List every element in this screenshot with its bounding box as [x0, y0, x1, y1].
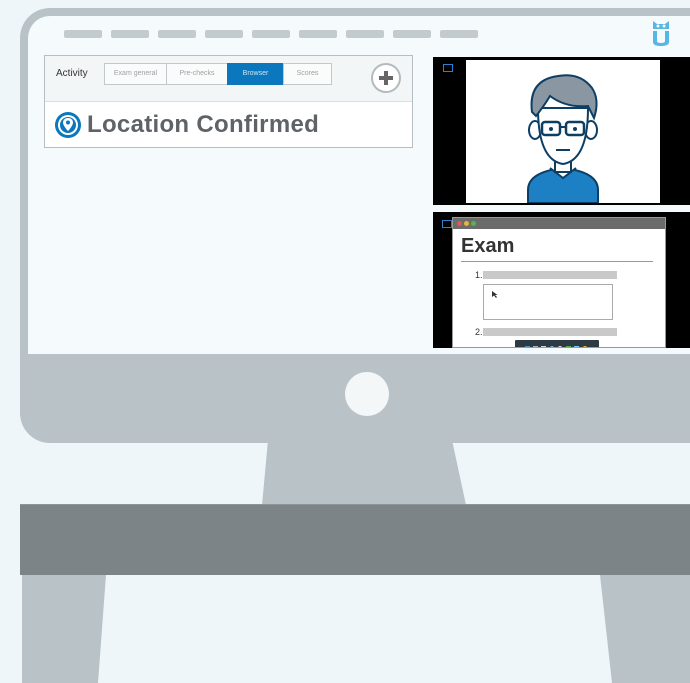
- answer-box[interactable]: [483, 284, 613, 320]
- taskbar-icons: [525, 346, 587, 347]
- placeholder-dash: [205, 30, 243, 38]
- owl-logo-icon: [653, 21, 669, 46]
- cursor-icon: [492, 291, 498, 298]
- student-avatar: [527, 74, 599, 204]
- tab-scores[interactable]: Scores: [283, 63, 332, 85]
- placeholder-dash: [440, 30, 478, 38]
- webcam-frame: [466, 60, 660, 204]
- maximize-dot: [471, 221, 476, 226]
- monitor-button: [345, 372, 389, 416]
- camera-corner-icon: [442, 220, 452, 228]
- close-dot: [457, 221, 462, 226]
- placeholder-dash: [393, 30, 431, 38]
- placeholder-dash: [252, 30, 290, 38]
- question-number: 1.: [475, 270, 483, 280]
- divider: [461, 261, 653, 262]
- monitor-stand: [262, 440, 466, 505]
- illustration-scene: Activity Exam general Pre-checks Browser…: [0, 0, 690, 683]
- activity-tabs: Exam general Pre-checks Browser Scores: [104, 63, 332, 85]
- desk-leg-right: [600, 575, 690, 683]
- activity-label: Activity: [56, 68, 88, 79]
- tab-exam-general[interactable]: Exam general: [104, 63, 167, 85]
- exam-title: Exam: [461, 235, 515, 257]
- question-text-placeholder: [483, 271, 617, 279]
- tab-pre-checks[interactable]: Pre-checks: [166, 63, 228, 85]
- placeholder-dash: [346, 30, 384, 38]
- taskbar: [515, 340, 599, 347]
- activity-panel: Activity Exam general Pre-checks Browser…: [44, 55, 413, 148]
- placeholder-dash: [299, 30, 337, 38]
- desk-top: [20, 505, 690, 575]
- webcam-video-pane: [433, 57, 690, 205]
- plus-icon: [379, 71, 393, 85]
- question-text-placeholder: [483, 328, 617, 336]
- placeholder-dash: [158, 30, 196, 38]
- camera-corner-icon: [443, 64, 453, 72]
- desk-leg-left: [22, 575, 106, 683]
- browser-tab-placeholders: [64, 30, 478, 40]
- minimize-dot: [464, 221, 469, 226]
- screen-share-pane: Exam 1. 2.: [433, 212, 690, 348]
- tab-browser[interactable]: Browser: [227, 63, 284, 85]
- placeholder-dash: [64, 30, 102, 38]
- activity-header: Activity Exam general Pre-checks Browser…: [45, 56, 412, 102]
- location-pin-icon: [55, 112, 81, 138]
- exam-window: Exam 1. 2.: [452, 217, 666, 348]
- question-number: 2.: [475, 327, 483, 337]
- placeholder-dash: [111, 30, 149, 38]
- exam-window-titlebar: [453, 218, 665, 229]
- add-button[interactable]: [371, 63, 401, 93]
- location-status: Location Confirmed: [87, 111, 320, 138]
